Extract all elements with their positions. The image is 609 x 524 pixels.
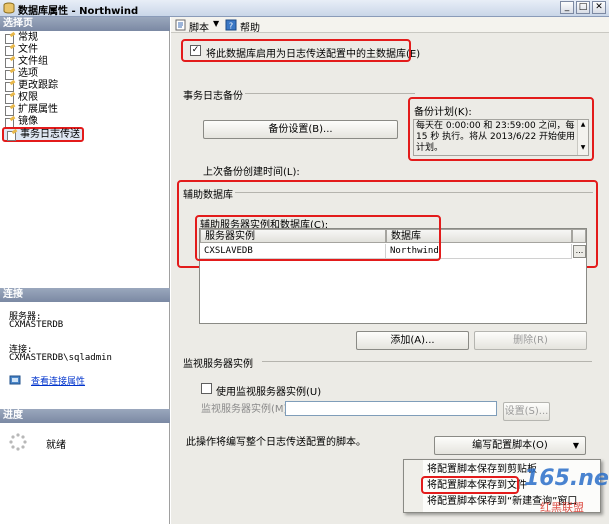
- nav-item-permissions[interactable]: 权限: [4, 92, 38, 104]
- select-page-header: 选择页: [0, 17, 170, 31]
- page-icon: [4, 33, 16, 44]
- scroll-up-icon[interactable]: ▲: [578, 120, 588, 130]
- enable-primary-checkbox[interactable]: ✓: [190, 45, 201, 56]
- remove-button[interactable]: 删除(R): [474, 331, 587, 350]
- maximize-button[interactable]: □: [576, 1, 590, 14]
- window-title: 数据库属性 - Northwind: [18, 6, 139, 17]
- add-button[interactable]: 添加(A)...: [356, 331, 469, 350]
- monitor-instance-label: 监视服务器实例(M):: [201, 404, 291, 415]
- row-edit-ellipsis-button[interactable]: ...: [573, 245, 586, 258]
- nav-item-change-tracking[interactable]: 更改跟踪: [4, 80, 58, 92]
- backup-settings-button[interactable]: 备份设置(B)...: [203, 120, 398, 139]
- left-pane: 选择页 常规 文件 文件组 选项 更改跟踪 权限 扩展属性 镜像 事务日志传送 …: [0, 17, 170, 524]
- script-note: 此操作将编写整个日志传送配置的脚本。: [186, 437, 366, 448]
- backup-section-title: 事务日志备份: [183, 91, 243, 102]
- script-config-button[interactable]: 编写配置脚本(O) ▼: [434, 436, 586, 455]
- connection-properties-icon: [9, 375, 21, 385]
- nav-item-general[interactable]: 常规: [4, 32, 38, 44]
- section-divider: [245, 93, 415, 94]
- scroll-down-icon[interactable]: ▼: [578, 143, 588, 153]
- backup-schedule-text: 每天在 0:00:00 和 23:59:00 之间，每 15 秒 执行。将从 2…: [416, 121, 576, 153]
- nav-item-files[interactable]: 文件: [4, 44, 38, 56]
- enable-primary-label: 将此数据库启用为日志传送配置中的主数据库(E): [206, 49, 421, 60]
- help-icon: ?: [225, 19, 237, 31]
- nav-item-options[interactable]: 选项: [4, 68, 38, 80]
- progress-status: 就绪: [46, 440, 66, 451]
- minimize-button[interactable]: _: [560, 1, 574, 14]
- nav-item-filegroups[interactable]: 文件组: [4, 56, 48, 68]
- backup-schedule-label: 备份计划(K):: [414, 107, 472, 118]
- page-icon: [4, 81, 16, 92]
- page-icon: [6, 130, 18, 141]
- script-config-chevron-down-icon: ▼: [572, 441, 579, 450]
- settings-button[interactable]: 设置(S)...: [503, 402, 550, 421]
- progress-spinner-icon: [9, 433, 27, 451]
- close-button[interactable]: ✕: [592, 1, 606, 14]
- monitor-instance-input[interactable]: [285, 401, 497, 416]
- script-dropdown-chevron-icon[interactable]: ▼: [213, 19, 219, 28]
- table-row-server[interactable]: CXSLAVEDB: [200, 244, 386, 259]
- nav-item-extended-properties[interactable]: 扩展属性: [4, 104, 58, 116]
- table-row-database[interactable]: Northwind: [386, 244, 572, 259]
- page-icon: [4, 117, 16, 128]
- watermark-subtext: 红黑联盟: [540, 501, 584, 514]
- last-backup-label: 上次备份创建时间(L):: [203, 167, 300, 178]
- grid-header-spacer: [572, 229, 586, 243]
- progress-header: 进度: [0, 409, 170, 423]
- schedule-scrollbar[interactable]: ▲ ▼: [577, 120, 588, 155]
- database-icon: [3, 2, 15, 14]
- connection-header: 连接: [0, 288, 170, 302]
- watermark-logo: 165.net: [524, 466, 609, 491]
- use-monitor-label: 使用监视服务器实例(U): [216, 387, 322, 398]
- svg-text:?: ?: [229, 22, 233, 31]
- title-bar: 数据库属性 - Northwind _ □ ✕: [0, 0, 609, 17]
- section-divider: [262, 361, 592, 362]
- page-icon: [4, 69, 16, 80]
- nav-item-log-shipping[interactable]: 事务日志传送: [2, 127, 84, 142]
- script-icon: [175, 19, 186, 31]
- grid-header-database[interactable]: 数据库: [386, 229, 572, 243]
- secondary-section-title: 辅助数据库: [183, 190, 233, 201]
- page-icon: [4, 93, 16, 104]
- grid-header-server-instance[interactable]: 服务器实例: [200, 229, 386, 243]
- page-icon: [4, 45, 16, 56]
- toolbar: 脚本 ▼ ? 帮助: [171, 17, 609, 34]
- server-value: CXMASTERDB: [9, 320, 64, 330]
- monitor-section-title: 监视服务器实例: [183, 359, 253, 370]
- connection-value: CXMASTERDB\sqladmin: [9, 353, 112, 363]
- script-menu[interactable]: 脚本: [189, 19, 209, 34]
- view-connection-properties-link[interactable]: 查看连接属性: [31, 377, 85, 387]
- use-monitor-checkbox[interactable]: [201, 383, 212, 394]
- help-button[interactable]: 帮助: [240, 19, 260, 34]
- page-icon: [4, 57, 16, 68]
- page-icon: [4, 105, 16, 116]
- section-divider: [235, 192, 593, 193]
- backup-schedule-box: 每天在 0:00:00 和 23:59:00 之间，每 15 秒 执行。将从 2…: [413, 119, 589, 156]
